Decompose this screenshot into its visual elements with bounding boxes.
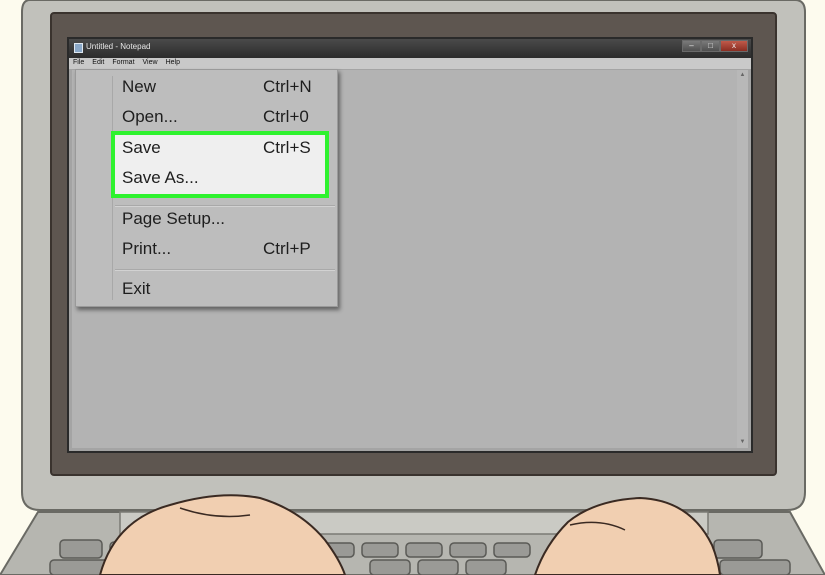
menu-edit[interactable]: Edit: [88, 58, 108, 69]
menu-item-save-as[interactable]: Save As...: [122, 164, 328, 192]
menu-item-open[interactable]: Open... Ctrl+0: [122, 103, 328, 131]
menu-item-label: Save As...: [122, 168, 199, 187]
menu-item-save[interactable]: Save Ctrl+S: [122, 134, 328, 162]
menu-item-label: Save: [122, 138, 161, 157]
menu-item-page-setup[interactable]: Page Setup...: [122, 205, 328, 233]
menu-separator: [115, 269, 335, 271]
menu-item-label: Open...: [122, 107, 178, 126]
menu-item-shortcut: Ctrl+S: [263, 138, 311, 157]
scroll-down-arrow-icon[interactable]: ▼: [737, 437, 748, 448]
menu-view[interactable]: View: [139, 58, 162, 69]
minimize-button[interactable]: –: [682, 40, 701, 52]
menu-item-shortcut: Ctrl+P: [263, 239, 311, 258]
menu-bar: File Edit Format View Help: [69, 58, 751, 69]
menu-item-new[interactable]: New Ctrl+N: [122, 73, 328, 101]
menu-item-label: Exit: [122, 279, 151, 298]
menu-item-shortcut: Ctrl+0: [263, 107, 309, 126]
title-bar[interactable]: Untitled - Notepad – □ x: [69, 39, 751, 58]
menu-item-label: Print...: [122, 239, 172, 258]
menu-file[interactable]: File: [69, 58, 88, 69]
window-controls: – □ x: [682, 40, 748, 54]
vertical-scrollbar[interactable]: ▲ ▼: [737, 70, 748, 448]
maximize-button[interactable]: □: [701, 40, 720, 52]
menu-item-label: Page Setup...: [122, 209, 226, 228]
menu-item-label: New: [122, 77, 157, 96]
menu-format[interactable]: Format: [108, 58, 138, 69]
scroll-up-arrow-icon[interactable]: ▲: [737, 70, 748, 81]
window-title: Untitled - Notepad: [86, 42, 151, 51]
menu-item-shortcut: Ctrl+N: [263, 77, 312, 96]
menu-item-print[interactable]: Print... Ctrl+P: [122, 235, 328, 263]
menu-help[interactable]: Help: [162, 58, 184, 69]
menu-item-exit[interactable]: Exit: [122, 275, 328, 303]
close-button[interactable]: x: [720, 40, 748, 52]
notepad-app-icon: [74, 43, 83, 53]
